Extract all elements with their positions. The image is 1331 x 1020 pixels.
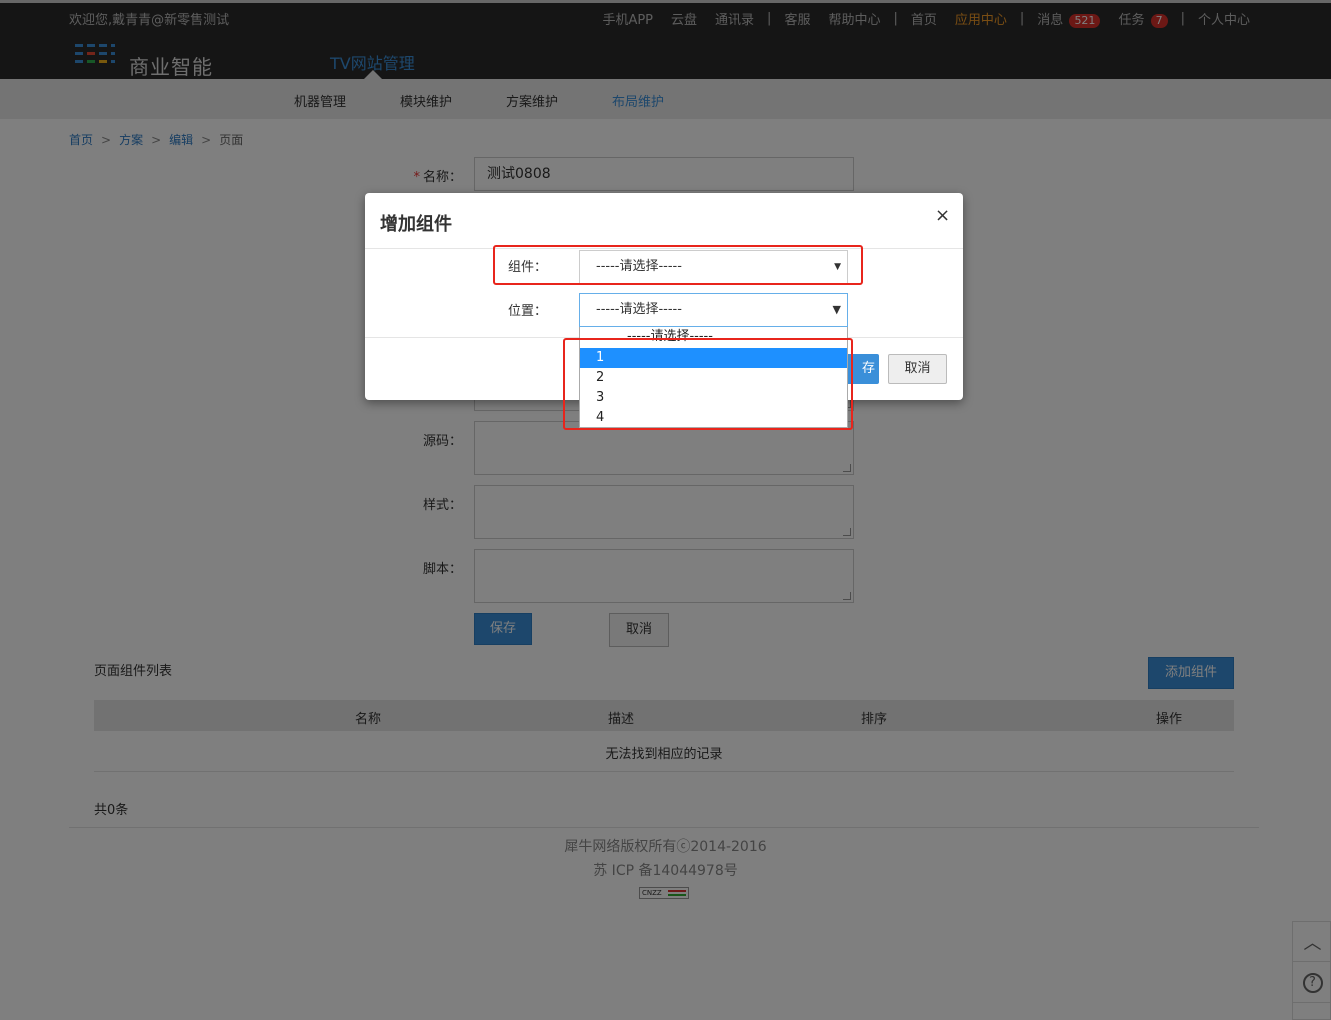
modal-backdrop[interactable] — [0, 0, 1331, 1020]
annotation-box — [493, 245, 863, 285]
position-label: 位置： — [508, 304, 548, 319]
dialog-cancel-button[interactable]: 取消 — [888, 354, 947, 384]
position-select[interactable]: -----请选择----- ▼ — [579, 293, 848, 327]
chevron-down-icon: ▼ — [832, 303, 841, 316]
position-select-value: -----请选择----- — [596, 302, 682, 317]
close-icon[interactable]: × — [935, 207, 950, 225]
dialog-title: 增加组件 — [380, 214, 452, 235]
annotation-box — [563, 338, 853, 430]
